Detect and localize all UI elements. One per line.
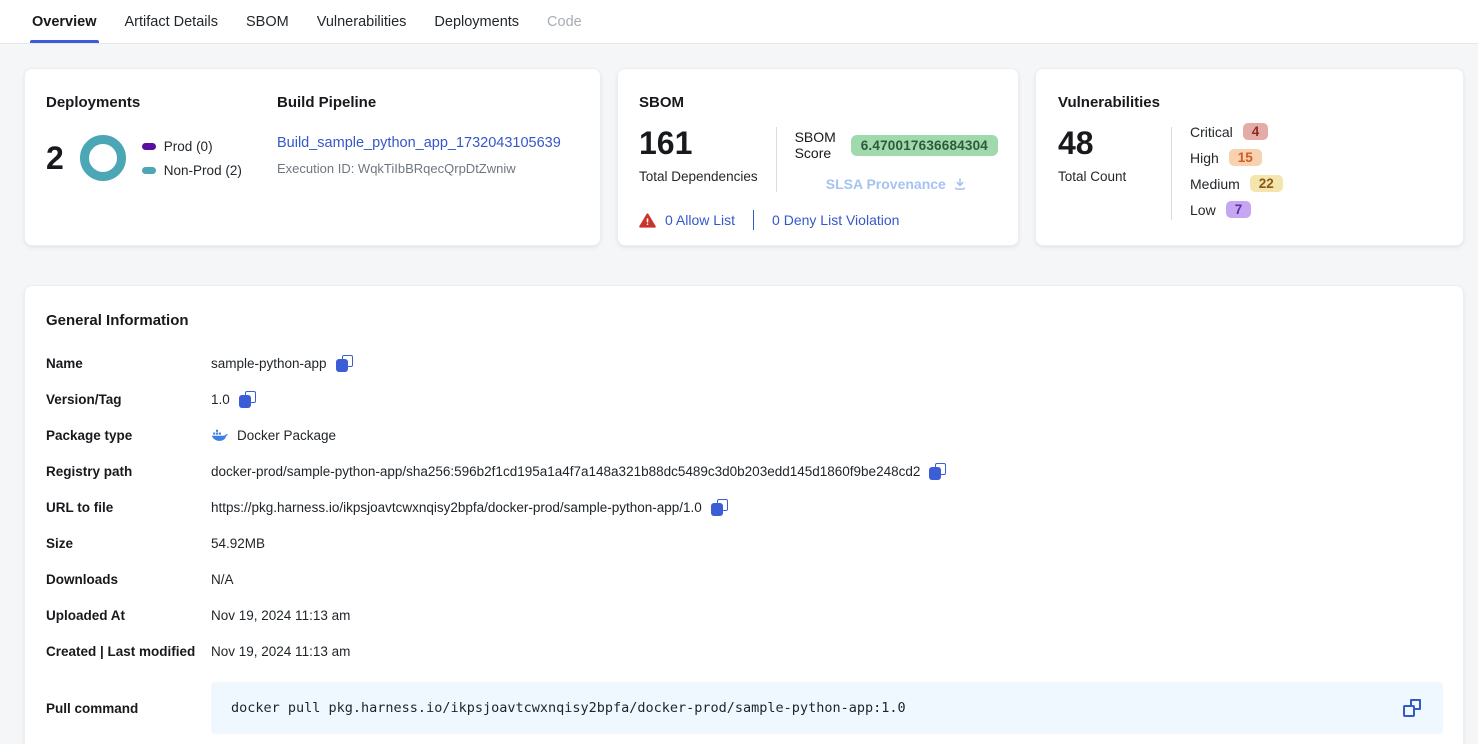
- downloads-label: Downloads: [46, 572, 211, 587]
- size-value: 54.92MB: [211, 536, 265, 551]
- info-row-name: Name sample-python-app: [46, 345, 1443, 381]
- vulnerabilities-total-count: 48: [1058, 127, 1153, 159]
- general-information-card: General Information Name sample-python-a…: [24, 285, 1464, 744]
- vulnerabilities-title: Vulnerabilities: [1058, 94, 1443, 111]
- deny-list-link[interactable]: 0 Deny List Violation: [772, 212, 899, 228]
- pull-command-label: Pull command: [46, 701, 211, 716]
- uploaded-at-label: Uploaded At: [46, 608, 211, 623]
- execution-id: Execution ID: WqkTiIbBRqecQrpDtZwniw: [277, 161, 561, 176]
- total-dependencies-label: Total Dependencies: [639, 169, 758, 184]
- general-information-title: General Information: [46, 312, 1443, 329]
- tab-vulnerabilities[interactable]: Vulnerabilities: [317, 0, 407, 43]
- registry-path-copy-icon[interactable]: [929, 463, 946, 480]
- name-copy-icon[interactable]: [336, 355, 353, 372]
- registry-path-value: docker-prod/sample-python-app/sha256:596…: [211, 464, 920, 479]
- created-modified-label: Created | Last modified: [46, 644, 211, 659]
- sbom-score-badge: 6.470017636684304: [851, 135, 998, 156]
- low-count-badge: 7: [1226, 201, 1252, 218]
- info-row-version: Version/Tag 1.0: [46, 381, 1443, 417]
- critical-label: Critical: [1190, 124, 1233, 140]
- legend-item-nonprod: Non-Prod (2): [142, 163, 242, 178]
- prod-swatch: [142, 143, 156, 150]
- info-row-size: Size 54.92MB: [46, 525, 1443, 561]
- severity-row-medium: Medium 22: [1190, 173, 1283, 194]
- build-pipeline-title: Build Pipeline: [277, 94, 561, 111]
- divider: [1171, 127, 1172, 220]
- medium-count-badge: 22: [1250, 175, 1283, 192]
- total-dependencies-count: 161: [639, 127, 758, 159]
- severity-row-low: Low 7: [1190, 199, 1283, 220]
- version-label: Version/Tag: [46, 392, 211, 407]
- deployments-legend: Prod (0) Non-Prod (2): [142, 139, 242, 178]
- pull-command-copy-icon[interactable]: [1403, 699, 1421, 717]
- docker-whale-icon: [211, 428, 228, 442]
- info-row-url: URL to file https://pkg.harness.io/ikpsj…: [46, 489, 1443, 525]
- nonprod-swatch: [142, 167, 156, 174]
- severity-row-high: High 15: [1190, 147, 1283, 168]
- deployments-title: Deployments: [46, 94, 277, 111]
- info-row-downloads: Downloads N/A: [46, 561, 1443, 597]
- created-modified-value: Nov 19, 2024 11:13 am: [211, 644, 350, 659]
- critical-count-badge: 4: [1243, 123, 1269, 140]
- high-count-badge: 15: [1229, 149, 1262, 166]
- severity-list: Critical 4 High 15 Medium 22 Low 7: [1190, 121, 1283, 220]
- sbom-title: SBOM: [639, 94, 998, 111]
- name-value: sample-python-app: [211, 356, 327, 371]
- summary-cards-row: Deployments 2 Prod (0) Non-Prod (2): [24, 68, 1464, 246]
- divider: [753, 210, 754, 230]
- low-label: Low: [1190, 202, 1216, 218]
- prod-label: Prod (0): [164, 139, 213, 154]
- deployments-card: Deployments 2 Prod (0) Non-Prod (2): [24, 68, 601, 246]
- url-label: URL to file: [46, 500, 211, 515]
- info-row-package-type: Package type Docker Package: [46, 417, 1443, 453]
- tab-artifact-details[interactable]: Artifact Details: [125, 0, 218, 43]
- pull-command-box: docker pull pkg.harness.io/ikpsjoavtcwxn…: [211, 682, 1443, 734]
- build-pipeline-section: Build Pipeline Build_sample_python_app_1…: [277, 94, 561, 245]
- url-value: https://pkg.harness.io/ikpsjoavtcwxnqisy…: [211, 500, 702, 515]
- tab-code: Code: [547, 0, 582, 43]
- allow-list-link[interactable]: 0 Allow List: [665, 212, 735, 228]
- slsa-provenance-link[interactable]: SLSA Provenance: [795, 176, 998, 192]
- warning-icon: [639, 213, 656, 228]
- deployments-donut-chart: [80, 135, 126, 181]
- slsa-provenance-label: SLSA Provenance: [826, 176, 946, 192]
- tab-sbom[interactable]: SBOM: [246, 0, 289, 43]
- tab-deployments[interactable]: Deployments: [434, 0, 519, 43]
- severity-row-critical: Critical 4: [1190, 121, 1283, 142]
- nonprod-label: Non-Prod (2): [164, 163, 242, 178]
- divider: [776, 127, 777, 192]
- download-icon: [953, 177, 967, 191]
- registry-path-label: Registry path: [46, 464, 211, 479]
- medium-label: Medium: [1190, 176, 1240, 192]
- sbom-score-label: SBOM Score: [795, 129, 841, 161]
- url-copy-icon[interactable]: [711, 499, 728, 516]
- package-type-value: Docker Package: [237, 428, 336, 443]
- vulnerabilities-card: Vulnerabilities 48 Total Count Critical …: [1035, 68, 1464, 246]
- sbom-card: SBOM 161 Total Dependencies SBOM Score 6…: [617, 68, 1019, 246]
- info-row-created-modified: Created | Last modified Nov 19, 2024 11:…: [46, 633, 1443, 669]
- pipeline-link[interactable]: Build_sample_python_app_1732043105639: [277, 135, 561, 151]
- vulnerabilities-total-label: Total Count: [1058, 169, 1153, 184]
- info-row-registry-path: Registry path docker-prod/sample-python-…: [46, 453, 1443, 489]
- high-label: High: [1190, 150, 1219, 166]
- uploaded-at-value: Nov 19, 2024 11:13 am: [211, 608, 350, 623]
- downloads-value: N/A: [211, 572, 234, 587]
- info-row-uploaded-at: Uploaded At Nov 19, 2024 11:13 am: [46, 597, 1443, 633]
- tab-overview[interactable]: Overview: [32, 0, 97, 43]
- size-label: Size: [46, 536, 211, 551]
- pull-command-text: docker pull pkg.harness.io/ikpsjoavtcwxn…: [231, 700, 906, 716]
- version-copy-icon[interactable]: [239, 391, 256, 408]
- legend-item-prod: Prod (0): [142, 139, 242, 154]
- version-value: 1.0: [211, 392, 230, 407]
- deployments-total-count: 2: [46, 142, 64, 174]
- package-type-label: Package type: [46, 428, 211, 443]
- info-row-pull-command: Pull command docker pull pkg.harness.io/…: [46, 682, 1443, 734]
- tab-bar: Overview Artifact Details SBOM Vulnerabi…: [0, 0, 1478, 44]
- name-label: Name: [46, 356, 211, 371]
